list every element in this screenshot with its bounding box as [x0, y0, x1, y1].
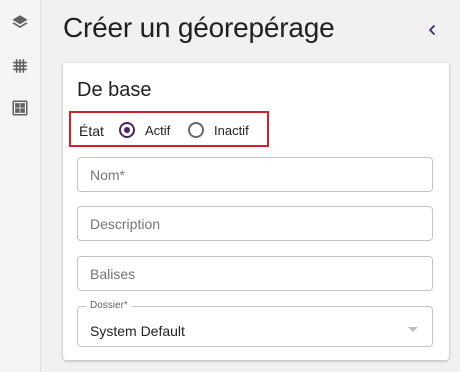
radio-label-active: Actif: [145, 122, 171, 138]
page-title: Créer un géorepérage: [63, 12, 335, 43]
tags-field[interactable]: [77, 256, 433, 291]
radio-label-inactive: Inactif: [214, 122, 249, 138]
dropdown-caret-icon: [408, 327, 418, 332]
radio-unchecked-icon: [188, 122, 204, 138]
status-active-radio[interactable]: Actif: [119, 120, 170, 140]
status-label: État: [79, 123, 104, 139]
side-rail: [0, 0, 41, 372]
name-field[interactable]: [77, 157, 433, 192]
chevron-left-icon: [429, 25, 435, 35]
basic-info-card: De base État Actif Inactif Dossier* Syst…: [63, 63, 449, 360]
description-field[interactable]: [77, 206, 433, 241]
status-inactive-radio[interactable]: Inactif: [188, 120, 249, 140]
layers-icon[interactable]: [9, 11, 31, 33]
radio-checked-icon: [119, 122, 135, 138]
name-input[interactable]: [78, 158, 432, 191]
folder-select-label: Dossier*: [86, 300, 132, 311]
tags-input[interactable]: [78, 257, 432, 290]
description-input[interactable]: [78, 207, 432, 240]
main-panel: Créer un géorepérage De base État Actif …: [41, 0, 460, 372]
dashboard-icon[interactable]: [9, 97, 31, 119]
collapse-button[interactable]: [424, 22, 440, 38]
section-title: De base: [77, 79, 152, 101]
grid-icon[interactable]: [9, 55, 31, 77]
folder-select[interactable]: Dossier* System Default: [77, 300, 433, 347]
folder-select-value: System Default: [90, 323, 185, 339]
